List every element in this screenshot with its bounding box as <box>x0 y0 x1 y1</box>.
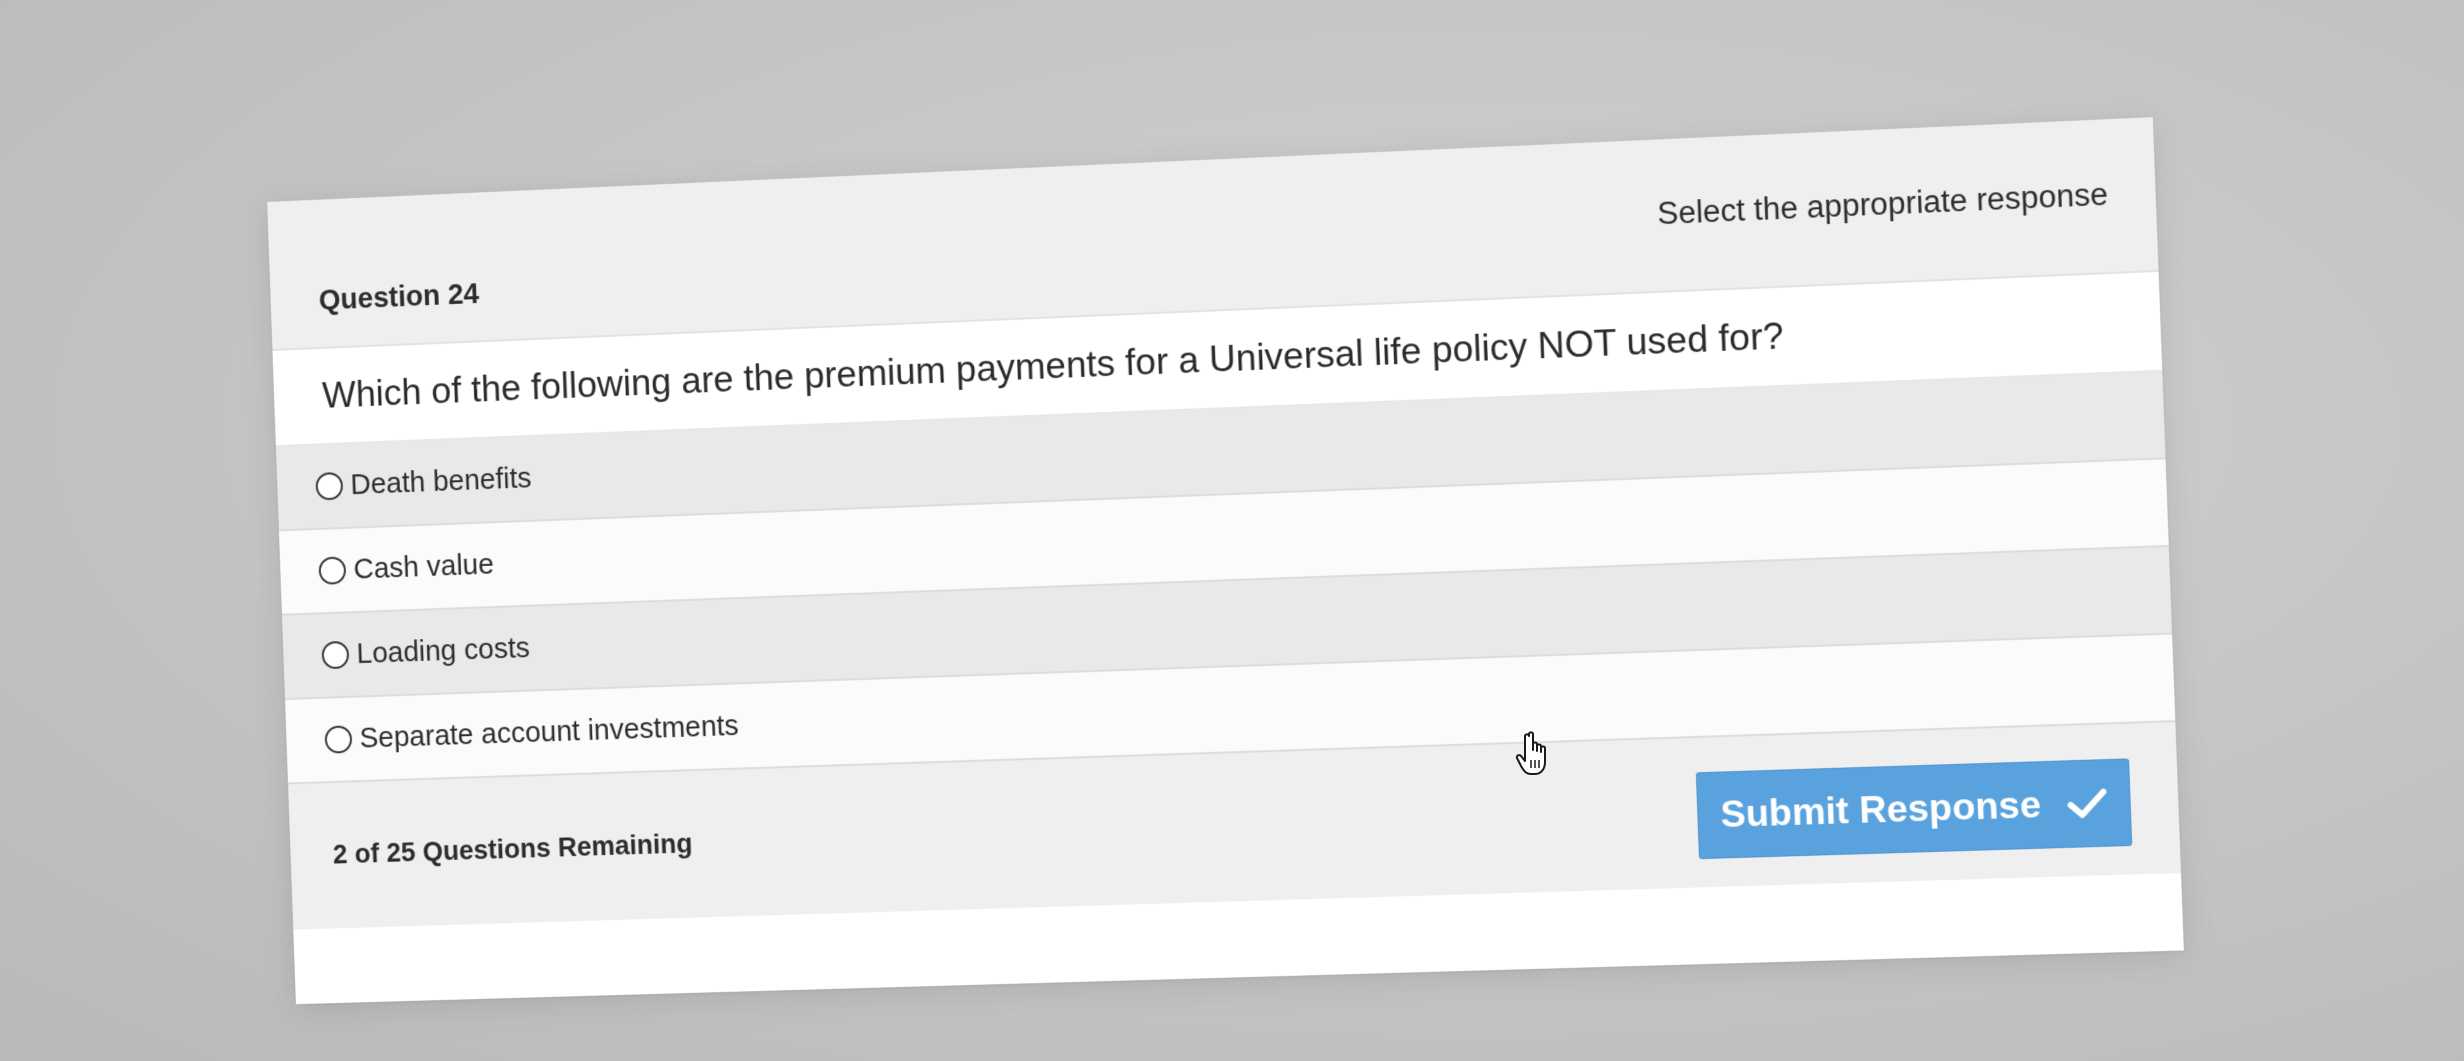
option-label: Cash value <box>352 548 495 586</box>
submit-label: Submit Response <box>1719 783 2042 836</box>
radio-button[interactable] <box>318 556 347 585</box>
option-label: Loading costs <box>356 631 531 670</box>
question-number: Question 24 <box>318 278 480 317</box>
instruction-text: Select the appropriate response <box>1656 176 2109 232</box>
hand-pointer-icon <box>1515 731 1546 775</box>
radio-button[interactable] <box>324 725 353 754</box>
option-label: Death benefits <box>349 462 533 501</box>
radio-button[interactable] <box>321 640 350 670</box>
radio-button[interactable] <box>315 471 344 501</box>
questions-remaining: 2 of 25 Questions Remaining <box>332 828 694 870</box>
checkmark-icon <box>2067 788 2107 820</box>
option-label: Separate account investments <box>359 709 740 755</box>
submit-response-button[interactable]: Submit Response <box>1695 758 2133 860</box>
question-card: Question 24 Select the appropriate respo… <box>267 117 2184 1005</box>
